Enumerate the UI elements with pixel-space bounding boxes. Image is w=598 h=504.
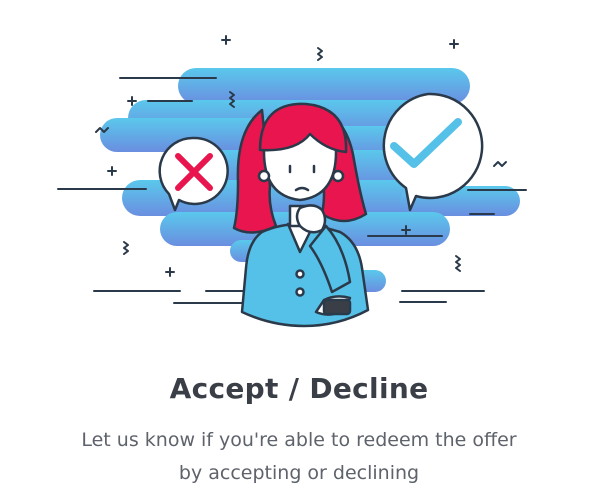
description-line-1: Let us know if you're able to redeem the… (81, 429, 517, 451)
description-line-2: by accepting or declining (178, 462, 420, 484)
accept-decline-illustration (57, 35, 527, 328)
page-title: Accept / Decline (169, 372, 429, 405)
page-description: Let us know if you're able to redeem the… (0, 424, 598, 490)
phone-icon (322, 298, 352, 316)
onboarding-screen: Accept / Decline Let us know if you're a… (0, 0, 598, 504)
woman-character (232, 102, 370, 328)
